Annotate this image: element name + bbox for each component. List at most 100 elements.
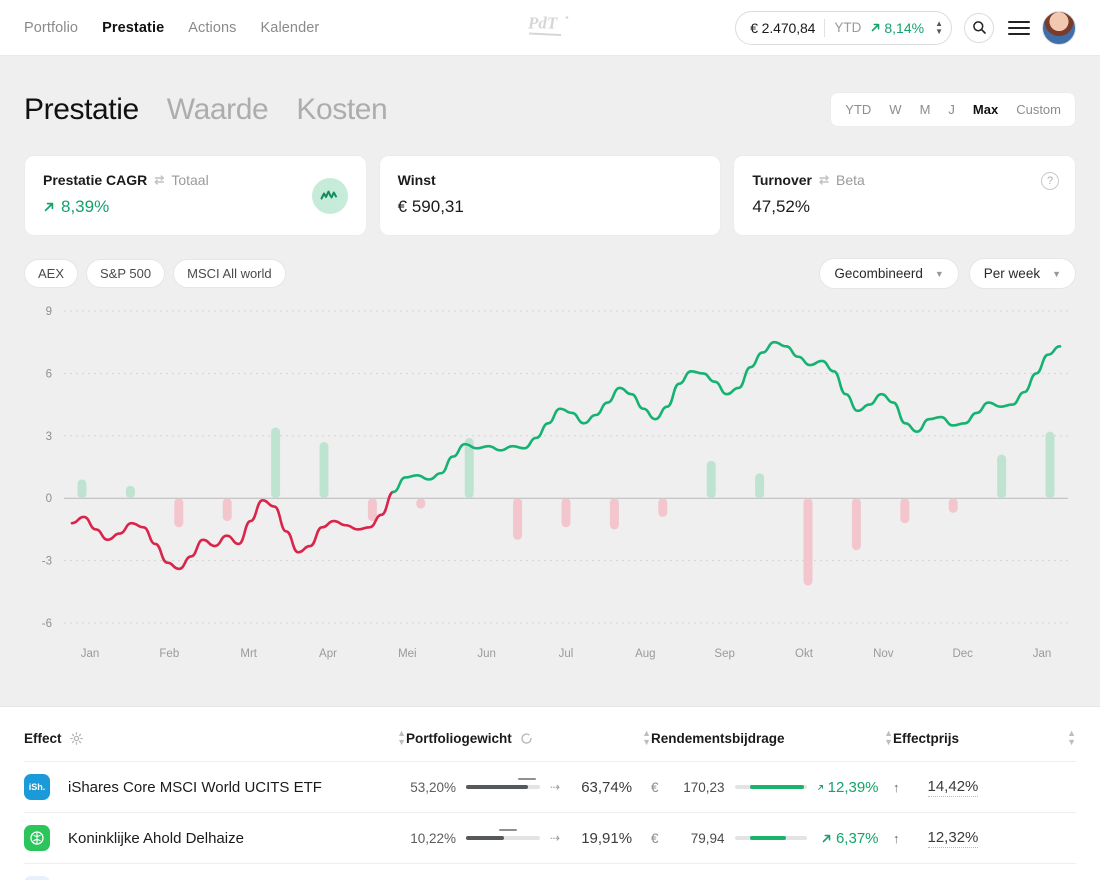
kpi-label: Winst — [398, 172, 436, 188]
contribution-bar-fill — [750, 785, 803, 789]
avatar[interactable] — [1042, 11, 1076, 45]
table-body: iSh. iShares Core MSCI World UCITS ETF 5… — [24, 762, 1076, 880]
svg-text:Okt: Okt — [795, 648, 814, 660]
kpi-card-winst[interactable]: Winst € 590,31 — [379, 155, 722, 236]
weight-target-value: 19,91% — [570, 830, 632, 847]
chart-selects: Gecombineerd ▼ Per week ▼ — [819, 258, 1076, 289]
currency-symbol: € — [651, 831, 659, 846]
svg-text:Sep: Sep — [714, 648, 734, 660]
column-header-portfoliogewicht[interactable]: Portfoliogewicht ▲▼ — [406, 707, 651, 762]
kpi-alt-label[interactable]: Totaal — [171, 172, 208, 188]
table-row[interactable]: Meta 9,00% ⇢ 10,54% € 52,82 — [24, 864, 1076, 880]
swap-icon[interactable]: ⇄ — [154, 173, 164, 187]
column-label: Portfoliogewicht — [406, 731, 512, 746]
chart-mode-select[interactable]: Gecombineerd ▼ — [819, 258, 958, 289]
column-label: Effectprijs — [893, 731, 959, 746]
sort-toggle[interactable]: ▲▼ — [884, 729, 893, 747]
menu-button[interactable] — [1008, 21, 1030, 35]
security-name[interactable]: iShares Core MSCI World UCITS ETF — [68, 779, 322, 796]
svg-text:Jul: Jul — [559, 648, 574, 660]
value-stepper[interactable]: ▲ ▼ — [933, 21, 943, 35]
kpi-label: Prestatie CAGR — [43, 172, 147, 188]
range-month[interactable]: M — [912, 98, 939, 121]
cell-effectprijs: ↑ 12,32% — [893, 813, 1076, 864]
hamburger-line — [1008, 33, 1030, 35]
svg-text:Jan: Jan — [81, 648, 100, 660]
kpi-value-row: € 590,31 — [398, 197, 703, 217]
sort-toggle[interactable]: ▲▼ — [642, 729, 651, 747]
app-logo[interactable]: PdT — [527, 12, 573, 43]
nav-item-kalender[interactable]: Kalender — [261, 20, 320, 36]
arrow-up-icon: ↑ — [893, 780, 900, 795]
tab-prestatie[interactable]: Prestatie — [24, 93, 139, 127]
tab-kosten[interactable]: Kosten — [296, 93, 387, 127]
column-label: Effect — [24, 731, 62, 746]
nav-item-portfolio[interactable]: Portfolio — [24, 20, 78, 36]
security-name[interactable]: Koninklijke Ahold Delhaize — [68, 830, 244, 847]
arrow-up-right-icon — [43, 201, 55, 213]
svg-text:-6: -6 — [42, 618, 52, 630]
stepper-down-icon: ▼ — [935, 29, 943, 35]
kpi-card-cagr[interactable]: Prestatie CAGR ⇄ Totaal 8,39% — [24, 155, 367, 236]
svg-text:Apr: Apr — [319, 648, 337, 660]
kpi-badge — [312, 178, 348, 214]
cell-rendementsbijdrage: € 52,82 4,21% — [651, 864, 893, 880]
column-header-effectprijs[interactable]: Effectprijs ▲▼ — [893, 707, 1076, 762]
chart-interval-select[interactable]: Per week ▼ — [969, 258, 1076, 289]
pill-divider — [824, 19, 825, 37]
pdt-logo-icon: PdT — [527, 12, 573, 38]
gear-icon[interactable] — [70, 732, 83, 745]
search-button[interactable] — [964, 13, 994, 43]
cell-effect: iSh. iShares Core MSCI World UCITS ETF — [24, 762, 406, 813]
security-logo-icon: iSh. — [24, 774, 50, 800]
range-week[interactable]: W — [881, 98, 909, 121]
kpi-title: Turnover ⇄ Beta — [752, 172, 1057, 188]
sort-toggle[interactable]: ▲▼ — [1067, 729, 1076, 747]
column-header-effect[interactable]: Effect ▲▼ — [24, 707, 406, 762]
arrow-right-icon: ⇢ — [550, 831, 560, 845]
page-content: Prestatie Waarde Kosten YTD W M J Max Cu… — [0, 56, 1100, 880]
svg-text:Mrt: Mrt — [240, 648, 257, 660]
benchmark-chip-msci[interactable]: MSCI All world — [173, 259, 286, 288]
table-row[interactable]: iSh. iShares Core MSCI World UCITS ETF 5… — [24, 762, 1076, 813]
swap-icon[interactable]: ⇄ — [819, 173, 829, 187]
range-ytd[interactable]: YTD — [837, 98, 879, 121]
performance-chart[interactable]: 9630-3-6JanFebMrtAprMeiJunJulAugSepOktNo… — [24, 303, 1076, 678]
weight-target-value: 63,74% — [570, 779, 632, 796]
topbar-actions: € 2.470,84 YTD 8,14% ▲ ▼ — [735, 11, 1076, 45]
price-change-percent: 12,32% — [928, 829, 979, 848]
column-header-rendementsbijdrage[interactable]: Rendementsbijdrage ▲▼ — [651, 707, 893, 762]
nav-item-actions[interactable]: Actions — [188, 20, 236, 36]
holdings-table-element: Effect ▲▼ Portfoliogewicht — [24, 707, 1076, 880]
cell-portfoliogewicht: 10,22% ⇢ 19,91% — [406, 813, 651, 864]
chevron-down-icon: ▼ — [935, 269, 944, 279]
range-year[interactable]: J — [940, 98, 963, 121]
weight-bar-fill — [466, 785, 528, 789]
svg-text:-3: -3 — [42, 556, 52, 568]
range-max[interactable]: Max — [965, 98, 1006, 121]
benchmark-chip-sp500[interactable]: S&P 500 — [86, 259, 165, 288]
question-circle-icon[interactable]: ? — [1041, 172, 1059, 190]
cell-effectprijs: ↑ 14,42% — [893, 762, 1076, 813]
range-custom[interactable]: Custom — [1008, 98, 1069, 121]
svg-text:9: 9 — [46, 306, 52, 318]
kpi-value: 8,39% — [61, 197, 109, 217]
contribution-bar — [735, 836, 807, 840]
refresh-icon[interactable] — [520, 732, 533, 745]
nav-item-prestatie[interactable]: Prestatie — [102, 20, 164, 36]
benchmark-chip-aex[interactable]: AEX — [24, 259, 78, 288]
portfolio-value: € 2.470,84 — [750, 20, 815, 36]
weight-value: 53,20% — [406, 780, 456, 795]
kpi-title: Winst — [398, 172, 703, 188]
table-row[interactable]: Koninklijke Ahold Delhaize 10,22% ⇢ 19,9… — [24, 813, 1076, 864]
sort-toggle[interactable]: ▲▼ — [397, 729, 406, 747]
arrow-up-right-icon — [821, 833, 832, 844]
kpi-card-turnover[interactable]: Turnover ⇄ Beta 47,52% ? — [733, 155, 1076, 236]
tab-waarde[interactable]: Waarde — [167, 93, 269, 127]
kpi-alt-label[interactable]: Beta — [836, 172, 865, 188]
svg-text:Dec: Dec — [952, 648, 973, 660]
kpi-value: € 590,31 — [398, 197, 464, 217]
benchmark-chips: AEX S&P 500 MSCI All world — [24, 259, 286, 288]
svg-text:Jan: Jan — [1033, 648, 1052, 660]
portfolio-value-pill[interactable]: € 2.470,84 YTD 8,14% ▲ ▼ — [735, 11, 952, 45]
